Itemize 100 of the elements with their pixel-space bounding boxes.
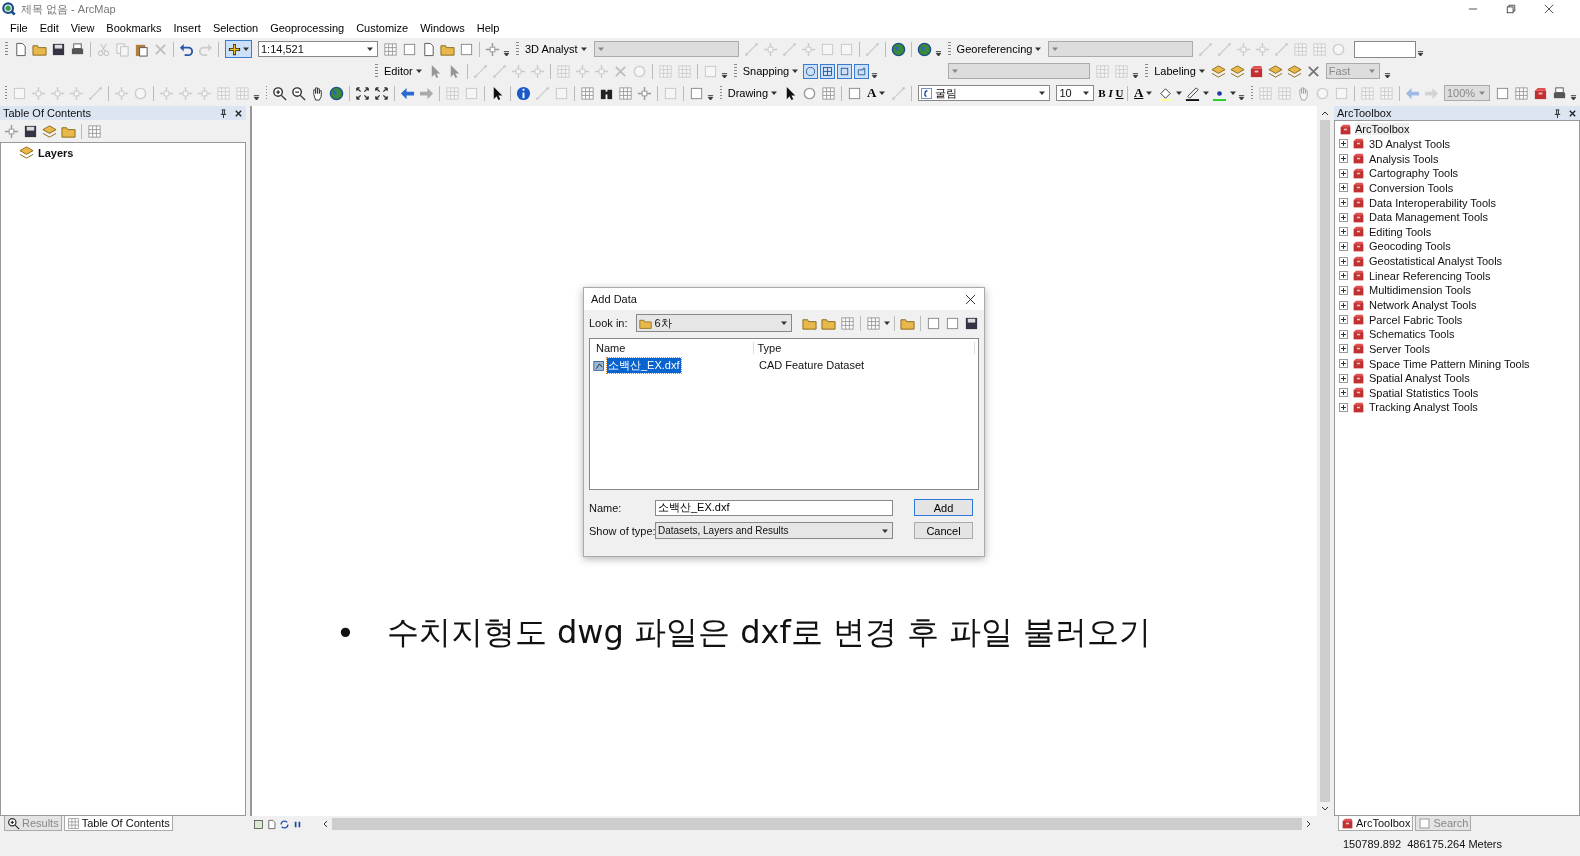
grid-icon[interactable] [839,315,855,331]
column-header[interactable]: Name [593,342,755,354]
tree-item[interactable]: Conversion Tools [1369,181,1454,194]
font-size-dropdown[interactable]: 10 [1056,85,1095,101]
add-button[interactable]: Add [914,499,973,516]
layers-icon[interactable] [42,123,57,139]
page-icon[interactable] [421,41,436,57]
snapping-menu[interactable]: Snapping [739,62,803,80]
expand-icon[interactable] [1339,227,1348,237]
tree-item[interactable]: Analysis Tools [1369,152,1439,165]
tree-item[interactable]: Cartography Tools [1369,167,1459,180]
expand-icon[interactable] [1339,154,1348,164]
grid-icon[interactable] [865,315,881,331]
square-icon[interactable] [459,41,474,57]
toolbar-handle[interactable] [375,63,378,79]
scissors-icon[interactable] [96,41,111,57]
file-name[interactable]: 소백산_EX.dxf [607,357,681,373]
toolbar-handle[interactable] [5,85,7,101]
expand-icon[interactable] [1339,256,1348,266]
expand-icon[interactable] [1339,315,1348,325]
add-data-button[interactable] [225,40,252,58]
node-icon[interactable] [4,123,19,139]
page-icon[interactable] [13,41,28,57]
panel-tab[interactable]: ArcToolbox [1338,816,1414,831]
fill-color-icon[interactable] [1158,85,1174,101]
node-icon[interactable] [485,41,500,57]
expand-icon[interactable] [1339,329,1348,339]
layer-dropdown[interactable] [593,41,739,57]
pin-icon[interactable] [219,108,228,118]
close-icon[interactable] [1568,108,1577,118]
layers-icon[interactable] [1229,63,1245,79]
cancel-button[interactable]: Cancel [914,522,973,539]
underline-button[interactable]: U [1115,87,1124,99]
line-color-icon[interactable] [1185,85,1201,101]
tree-item[interactable]: Schematics Tools [1369,328,1455,341]
expand-icon[interactable] [1339,212,1348,222]
expand-icon[interactable] [1339,139,1348,149]
extent-icon[interactable] [374,85,390,101]
tree-item[interactable]: Geocoding Tools [1369,240,1451,253]
tree-item[interactable]: ArcToolbox [1355,123,1410,136]
text-tool[interactable]: A [864,84,890,102]
tree-item[interactable]: Spatial Statistics Tools [1369,386,1479,399]
square-icon[interactable] [1494,85,1510,101]
toolbox-icon[interactable] [1532,85,1548,101]
save-icon[interactable] [963,315,979,331]
annotation-dropdown[interactable] [948,63,1091,79]
toolbar-handle[interactable] [947,41,951,57]
tree-item[interactable]: Spatial Analyst Tools [1369,372,1470,385]
square-icon[interactable] [925,315,941,331]
tree-item[interactable]: Server Tools [1369,342,1430,355]
save-icon[interactable] [23,123,38,139]
save-icon[interactable] [51,41,66,57]
data-view-icon[interactable] [253,818,264,830]
panel-tab[interactable]: Table Of Contents [63,816,173,831]
tree-item[interactable]: Editing Tools [1369,225,1432,238]
font-dropdown[interactable]: 굴림 [918,85,1051,101]
globe-icon[interactable] [890,41,906,57]
menu-item[interactable]: Windows [414,19,471,37]
menu-item[interactable]: Insert [167,19,207,37]
toolbar-handle[interactable] [265,85,268,101]
zoom-in-icon[interactable] [272,85,288,101]
drawing-menu[interactable]: Drawing [724,84,782,102]
square-icon[interactable] [847,85,863,101]
font-color-button[interactable]: A [1131,84,1157,102]
tree-item[interactable]: Tracking Analyst Tools [1369,401,1478,414]
look-in-dropdown[interactable]: 6차 [635,314,792,332]
restore-icon[interactable] [1506,4,1516,14]
expand-icon[interactable] [1339,285,1348,295]
pin-icon[interactable] [1553,108,1562,118]
layer-item[interactable]: Layers [38,146,74,159]
globe-icon[interactable] [916,41,932,57]
menu-item[interactable]: Customize [350,19,415,37]
layers-icon[interactable] [1286,63,1302,79]
menu-item[interactable]: Geoprocessing [264,19,351,37]
point-snap-icon[interactable] [803,63,819,79]
toolbox-icon[interactable] [1248,63,1264,79]
italic-button[interactable]: I [1106,87,1116,99]
close-icon[interactable] [234,108,243,118]
printer-icon[interactable] [1551,85,1567,101]
expand-icon[interactable] [1339,344,1348,354]
tree-item[interactable]: Data Management Tools [1369,211,1489,224]
tree-item[interactable]: Network Analyst Tools [1369,299,1477,311]
globe-icon[interactable] [329,85,345,101]
expand-icon[interactable] [1339,403,1348,412]
printer-icon[interactable] [70,41,85,57]
editor-menu[interactable]: Editor [381,62,426,80]
grid-icon[interactable] [1513,85,1529,101]
toolbar-handle[interactable] [1145,63,1149,79]
grid-icon[interactable] [383,41,398,57]
back-arrow-icon[interactable] [400,85,416,101]
close-icon[interactable] [965,293,976,305]
text-field[interactable] [1354,40,1417,58]
toolbar-handle[interactable] [1251,85,1253,101]
node-icon[interactable] [637,85,653,101]
toolbar-handle[interactable] [720,85,722,101]
grid-icon[interactable] [87,123,102,139]
expand-icon[interactable] [1339,198,1348,207]
refresh-icon[interactable] [279,818,290,830]
name-field[interactable]: 소백산_EX.dxf [655,499,893,516]
square-snap-icon[interactable] [837,63,853,79]
